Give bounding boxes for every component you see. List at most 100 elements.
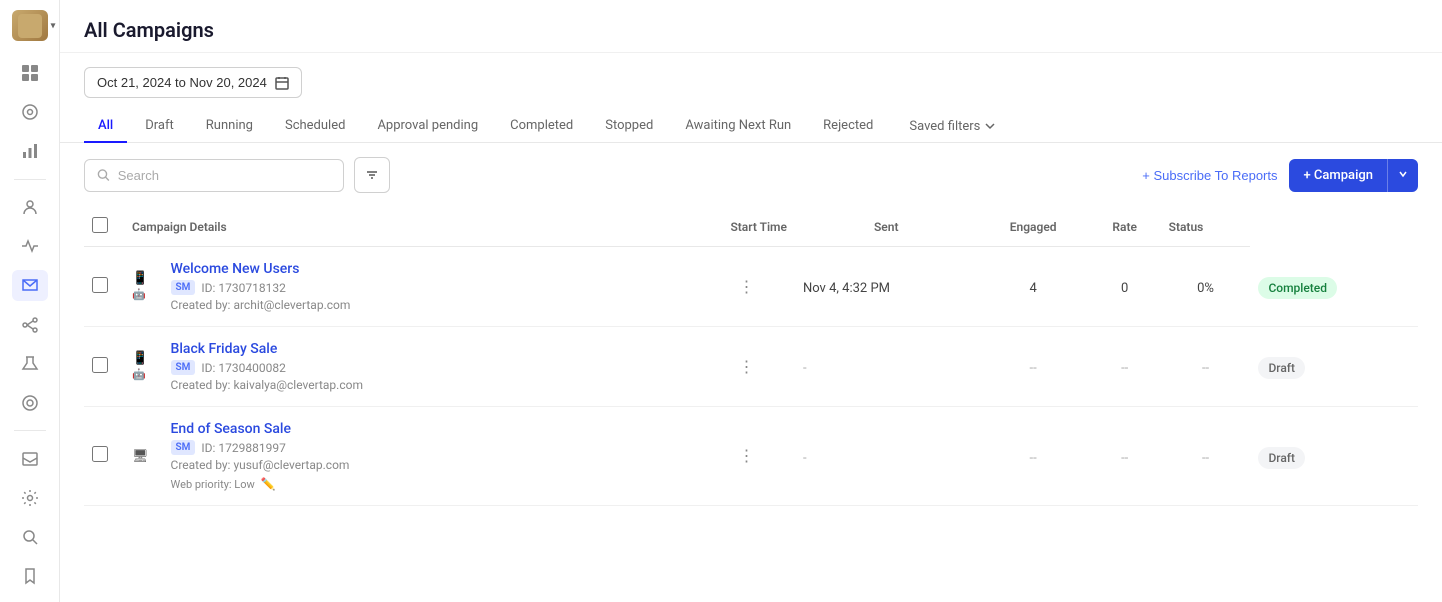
- row-3-status: Draft: [1250, 407, 1418, 506]
- campaign-1-id: ID: 1730718132: [201, 281, 285, 295]
- row-1-status-badge: Completed: [1258, 277, 1337, 299]
- row-1-icons: 📱 🤖: [124, 247, 163, 327]
- filter-button[interactable]: [354, 157, 390, 193]
- campaign-3-creator: Created by: yusuf@clevertap.com: [171, 458, 350, 472]
- date-range-label: Oct 21, 2024 to Nov 20, 2024: [97, 75, 267, 90]
- row-1-checkbox[interactable]: [92, 277, 108, 293]
- row-3-checkbox[interactable]: [92, 446, 108, 462]
- row-3-details: End of Season Sale SM ID: 1729881997 Cre…: [163, 407, 723, 506]
- page-header: All Campaigns: [60, 0, 1442, 53]
- campaign-3-badge: SM: [171, 440, 196, 455]
- row-3-sent: --: [978, 407, 1089, 506]
- sidebar-icon-activity[interactable]: [12, 231, 48, 262]
- toolbar: + Subscribe To Reports + Campaign: [60, 143, 1442, 207]
- row-3-status-badge: Draft: [1258, 447, 1305, 469]
- row-1-engaged: 0: [1089, 247, 1161, 327]
- tab-awaiting-next-run[interactable]: Awaiting Next Run: [671, 110, 805, 143]
- tab-all[interactable]: All: [84, 110, 127, 143]
- sidebar-icon-experiments[interactable]: [12, 348, 48, 379]
- row-2-checkbox[interactable]: [92, 357, 108, 373]
- sidebar-icon-dashboard[interactable]: [12, 57, 48, 88]
- tab-scheduled[interactable]: Scheduled: [271, 110, 359, 143]
- col-start-time: Start Time: [722, 207, 795, 247]
- sidebar-icon-settings[interactable]: [12, 482, 48, 513]
- device-icon-android-2: 🤖: [132, 368, 149, 381]
- page-title: All Campaigns: [84, 18, 1418, 42]
- row-1-sent: 4: [978, 247, 1089, 327]
- table-row: 🖥 End of Season Sale SM ID: 1729881997 C…: [84, 407, 1418, 506]
- row-2-more-button[interactable]: ⋮: [730, 353, 762, 381]
- sidebar-icon-search[interactable]: [12, 522, 48, 553]
- select-all-checkbox[interactable]: [92, 217, 108, 233]
- sidebar: 🏆: [0, 0, 60, 602]
- date-range-picker[interactable]: Oct 21, 2024 to Nov 20, 2024: [84, 67, 302, 98]
- priority-edit-icon[interactable]: ✏️: [261, 477, 276, 491]
- tab-approval-pending[interactable]: Approval pending: [363, 110, 492, 143]
- row-1-more: ⋮: [722, 247, 795, 327]
- date-range-row: Oct 21, 2024 to Nov 20, 2024: [60, 53, 1442, 98]
- col-status: Status: [1161, 207, 1251, 247]
- row-2-sent: --: [978, 327, 1089, 407]
- sidebar-icon-inbox[interactable]: [12, 443, 48, 474]
- sidebar-divider-2: [14, 430, 46, 431]
- row-2-details: Black Friday Sale SM ID: 1730400082 Crea…: [163, 327, 723, 407]
- campaign-3-id: ID: 1729881997: [201, 441, 285, 455]
- subscribe-reports-button[interactable]: + Subscribe To Reports: [1142, 168, 1277, 183]
- tab-completed[interactable]: Completed: [496, 110, 587, 143]
- row-checkbox-cell: [84, 407, 124, 506]
- campaign-2-name[interactable]: Black Friday Sale: [171, 341, 715, 357]
- campaign-btn-arrow[interactable]: [1388, 159, 1418, 192]
- search-input[interactable]: [118, 168, 331, 183]
- campaign-3-priority: Web priority: Low: [171, 478, 255, 491]
- col-sent: Sent: [795, 207, 978, 247]
- campaign-1-badge: SM: [171, 280, 196, 295]
- tab-draft[interactable]: Draft: [131, 110, 188, 143]
- col-campaign-details: Campaign Details: [124, 207, 722, 247]
- col-checkbox: [84, 207, 124, 247]
- row-3-engaged: --: [1089, 407, 1161, 506]
- row-1-status: Completed: [1250, 247, 1418, 327]
- row-1-more-button[interactable]: ⋮: [730, 273, 762, 301]
- row-checkbox-cell: [84, 247, 124, 327]
- device-icon-mobile: 📱: [132, 271, 149, 286]
- row-checkbox-cell: [84, 327, 124, 407]
- app-avatar[interactable]: 🏆: [12, 10, 48, 41]
- device-icon-mobile-2: 📱: [132, 351, 149, 366]
- device-icon-desktop: 🖥: [132, 449, 149, 464]
- row-2-more: ⋮: [722, 327, 795, 407]
- table-row: 📱 🤖 Welcome New Users SM ID: 1730718132: [84, 247, 1418, 327]
- row-2-start-time: -: [795, 327, 978, 407]
- col-rate: Rate: [1089, 207, 1161, 247]
- row-2-icons: 📱 🤖: [124, 327, 163, 407]
- row-1-start-time: Nov 4, 4:32 PM: [795, 247, 978, 327]
- campaign-2-creator: Created by: kaivalya@clevertap.com: [171, 378, 363, 392]
- row-3-more: ⋮: [722, 407, 795, 506]
- table-row: 📱 🤖 Black Friday Sale SM ID: 1730400082: [84, 327, 1418, 407]
- row-2-rate: --: [1161, 327, 1251, 407]
- col-engaged: Engaged: [978, 207, 1089, 247]
- main-content: All Campaigns Oct 21, 2024 to Nov 20, 20…: [60, 0, 1442, 602]
- campaign-1-name[interactable]: Welcome New Users: [171, 261, 715, 277]
- sidebar-icon-bookmark[interactable]: [12, 561, 48, 592]
- sidebar-icon-campaigns[interactable]: [12, 270, 48, 301]
- tabs-bar: All Draft Running Scheduled Approval pen…: [60, 98, 1442, 143]
- tab-rejected[interactable]: Rejected: [809, 110, 887, 143]
- sidebar-icon-journeys[interactable]: [12, 309, 48, 340]
- campaign-3-name[interactable]: End of Season Sale: [171, 421, 715, 437]
- sidebar-icon-analytics[interactable]: [12, 135, 48, 166]
- tab-saved-filters[interactable]: Saved filters: [895, 111, 1010, 142]
- toolbar-right: + Subscribe To Reports + Campaign: [1142, 159, 1418, 192]
- create-campaign-button[interactable]: + Campaign: [1289, 159, 1418, 192]
- search-box[interactable]: [84, 159, 344, 192]
- sidebar-icon-users[interactable]: [12, 191, 48, 222]
- row-2-status: Draft: [1250, 327, 1418, 407]
- sidebar-icon-support[interactable]: [12, 387, 48, 418]
- sidebar-icon-explore[interactable]: [12, 96, 48, 127]
- row-3-icons: 🖥: [124, 407, 163, 506]
- row-3-more-button[interactable]: ⋮: [730, 442, 762, 470]
- tab-running[interactable]: Running: [192, 110, 267, 143]
- campaign-btn-label: + Campaign: [1289, 159, 1388, 192]
- tab-stopped[interactable]: Stopped: [591, 110, 667, 143]
- campaign-2-badge: SM: [171, 360, 196, 375]
- row-3-rate: --: [1161, 407, 1251, 506]
